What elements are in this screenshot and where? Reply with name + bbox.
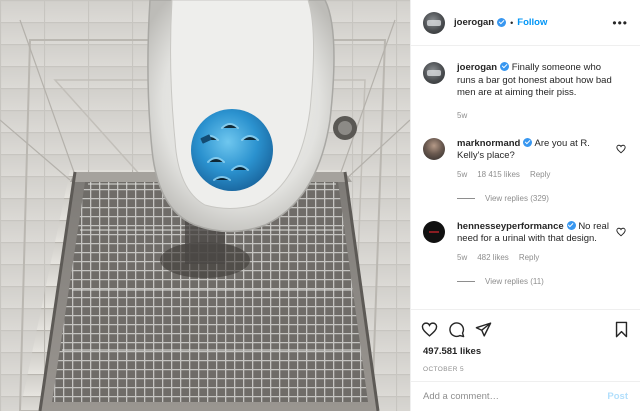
comment-like-heart-icon[interactable] [616, 144, 626, 154]
comments-list[interactable]: joerogan Finally someone who runs a bar … [411, 47, 640, 309]
add-comment-bar: Post [411, 381, 640, 411]
comment-icon[interactable] [448, 321, 465, 338]
comment-text-block: marknormand Are you at R. Kelly's place? [457, 137, 614, 163]
share-icon[interactable] [475, 321, 492, 338]
follow-button[interactable]: Follow [517, 17, 547, 28]
post-side-panel: joerogan • Follow joerogan Finally someo… [410, 0, 640, 411]
comment-body: hennesseyperformance No real need for a … [457, 220, 624, 262]
caption-meta: 5w [457, 111, 614, 120]
comment-avatar[interactable] [423, 137, 445, 160]
caption-username[interactable]: joerogan [457, 62, 497, 73]
comment-avatar[interactable] [423, 220, 445, 243]
heart-icon[interactable] [421, 321, 438, 338]
comment-username[interactable]: hennesseyperformance [457, 221, 564, 232]
comment-text-block: hennesseyperformance No real need for a … [457, 220, 614, 246]
more-options-icon[interactable]: ••• [612, 16, 628, 30]
comment-time[interactable]: 5w [457, 253, 467, 262]
comment-body: marknormand Are you at R. Kelly's place?… [457, 137, 624, 179]
action-icons [421, 318, 630, 340]
view-replies-button[interactable]: View replies (329) [457, 194, 640, 203]
comment-meta: 5w 482 likes Reply [457, 253, 614, 262]
caption-body: joerogan Finally someone who runs a bar … [457, 62, 624, 120]
caption-time[interactable]: 5w [457, 111, 467, 120]
post-comment-button[interactable]: Post [607, 391, 628, 402]
urinal-photo [0, 0, 410, 411]
comment-item: hennesseyperformance No real need for a … [411, 220, 640, 262]
bookmark-icon[interactable] [613, 321, 630, 338]
comment-meta: 5w 18 415 likes Reply [457, 170, 614, 179]
view-replies-button[interactable]: View replies (11) [457, 277, 640, 286]
comment-item: marknormand Are you at R. Kelly's place?… [411, 137, 640, 179]
post-photo[interactable] [0, 0, 410, 411]
verified-badge-icon [500, 62, 510, 71]
author-username[interactable]: joerogan [454, 17, 494, 28]
caption: joerogan Finally someone who runs a bar … [411, 62, 640, 120]
verified-badge-icon [497, 18, 507, 27]
comment-likes[interactable]: 482 likes [477, 253, 509, 262]
post-date[interactable]: OCTOBER 5 [421, 366, 630, 373]
caption-avatar[interactable] [423, 62, 445, 84]
likes-count[interactable]: 497.581 likes [421, 346, 630, 357]
post-actions: 497.581 likes OCTOBER 5 [411, 309, 640, 381]
comment-time[interactable]: 5w [457, 170, 467, 179]
caption-text-block: joerogan Finally someone who runs a bar … [457, 62, 614, 100]
verified-badge-icon [566, 220, 576, 230]
post-header: joerogan • Follow [411, 0, 640, 46]
comment-username[interactable]: marknormand [457, 138, 520, 149]
comment-like-heart-icon[interactable] [616, 227, 626, 237]
comment-likes[interactable]: 18 415 likes [477, 170, 520, 179]
verified-badge-icon [523, 137, 533, 147]
instagram-post-modal: joerogan • Follow joerogan Finally someo… [0, 0, 640, 411]
add-comment-input[interactable] [423, 391, 608, 402]
reply-button[interactable]: Reply [519, 253, 539, 262]
author-avatar[interactable] [423, 11, 445, 34]
separator-dot: • [510, 17, 514, 28]
reply-button[interactable]: Reply [530, 170, 550, 179]
